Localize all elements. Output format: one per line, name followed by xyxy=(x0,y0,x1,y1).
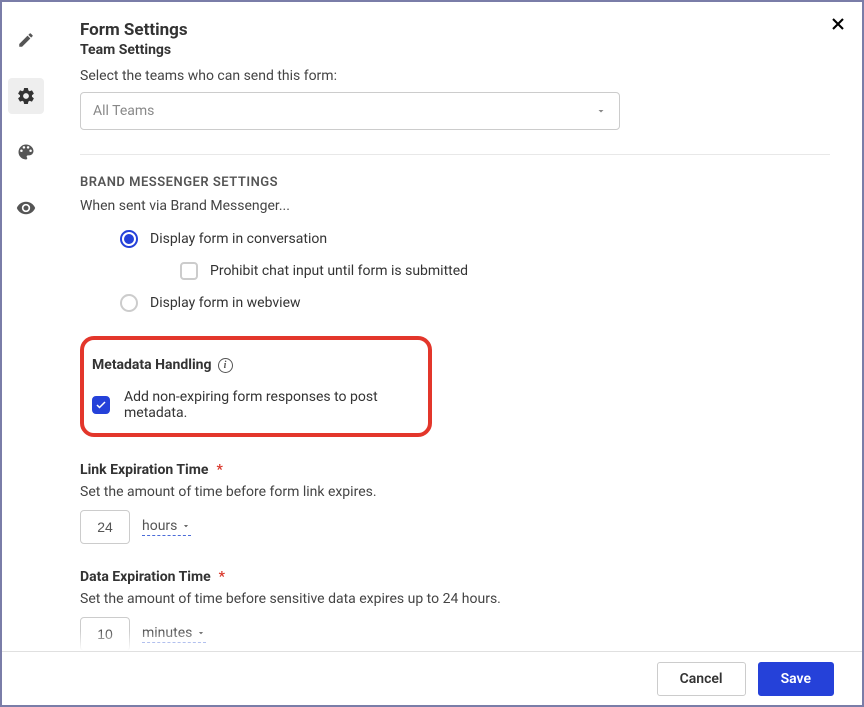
data-exp-label: Data Expiration Time xyxy=(80,569,211,585)
gear-icon xyxy=(16,86,36,106)
sidebar-item-edit[interactable] xyxy=(8,22,44,58)
cancel-button[interactable]: Cancel xyxy=(657,662,746,696)
pencil-icon xyxy=(17,31,35,49)
radio-icon xyxy=(120,230,138,248)
team-select[interactable]: All Teams xyxy=(80,92,620,130)
link-exp-label: Link Expiration Time xyxy=(80,462,208,478)
team-select-label: Select the teams who can send this form: xyxy=(80,68,830,84)
close-icon xyxy=(828,14,848,34)
data-exp-input[interactable] xyxy=(80,617,130,651)
save-button[interactable]: Save xyxy=(758,662,834,696)
checkbox-icon xyxy=(92,396,110,414)
checkbox-label: Prohibit chat input until form is submit… xyxy=(210,263,468,279)
info-icon[interactable]: i xyxy=(218,358,233,373)
checkbox-prohibit-input[interactable]: Prohibit chat input until form is submit… xyxy=(180,262,830,280)
caret-down-icon xyxy=(595,105,607,117)
checkbox-icon xyxy=(180,262,198,280)
close-button[interactable] xyxy=(828,14,848,38)
brand-section-header: BRAND MESSENGER SETTINGS xyxy=(80,175,830,190)
brand-section-desc: When sent via Brand Messenger... xyxy=(80,198,830,214)
required-marker: * xyxy=(216,462,222,478)
required-marker: * xyxy=(219,569,225,585)
radio-display-webview[interactable]: Display form in webview xyxy=(120,294,830,312)
caret-down-icon xyxy=(181,521,191,531)
radio-label: Display form in webview xyxy=(150,295,301,311)
radio-icon xyxy=(120,294,138,312)
link-exp-desc: Set the amount of time before form link … xyxy=(80,484,830,500)
sidebar-item-settings[interactable] xyxy=(8,78,44,114)
footer: Cancel Save xyxy=(2,651,862,705)
unit-label: hours xyxy=(142,518,177,534)
checkbox-label: Add non-expiring form responses to post … xyxy=(124,389,412,421)
radio-display-conversation[interactable]: Display form in conversation xyxy=(120,230,830,248)
radio-label: Display form in conversation xyxy=(150,231,327,247)
eye-icon xyxy=(16,198,36,218)
page-subtitle: Team Settings xyxy=(80,42,830,58)
data-exp-unit-select[interactable]: minutes xyxy=(142,625,206,643)
metadata-highlight: Metadata Handling i Add non-expiring for… xyxy=(80,336,432,437)
link-exp-input[interactable] xyxy=(80,510,130,544)
link-exp-unit-select[interactable]: hours xyxy=(142,518,191,536)
page-title: Form Settings xyxy=(80,20,830,40)
caret-down-icon xyxy=(196,628,206,638)
unit-label: minutes xyxy=(142,625,192,641)
metadata-label: Metadata Handling xyxy=(92,357,212,373)
divider xyxy=(80,154,830,155)
sidebar-item-theme[interactable] xyxy=(8,134,44,170)
palette-icon xyxy=(16,142,36,162)
team-select-value: All Teams xyxy=(93,103,154,119)
sidebar-item-preview[interactable] xyxy=(8,190,44,226)
data-exp-desc: Set the amount of time before sensitive … xyxy=(80,591,830,607)
checkbox-metadata[interactable]: Add non-expiring form responses to post … xyxy=(92,389,412,421)
